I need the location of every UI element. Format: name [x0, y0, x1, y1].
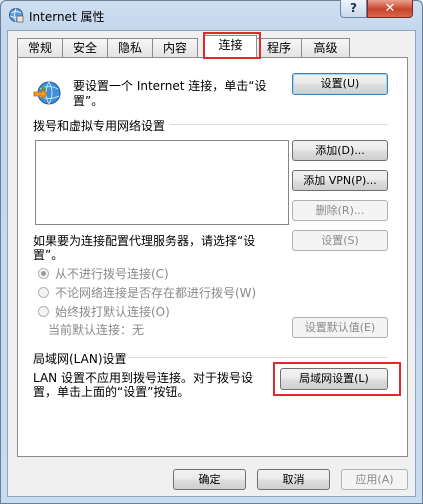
ok-button[interactable]: 确定	[173, 469, 246, 490]
setup-text-line2: 置”。	[73, 94, 104, 108]
dialup-group-title: 拨号和虚拟专用网络设置	[33, 119, 166, 133]
add-vpn-button[interactable]: 添加 VPN(P)...	[292, 170, 388, 191]
highlight-tab-connections	[203, 32, 261, 59]
connection-list[interactable]	[35, 140, 289, 225]
tab-programs[interactable]: 程序	[256, 38, 302, 57]
title-bar[interactable]: Internet 属性 ? ✕	[0, 0, 423, 30]
apply-button[interactable]: 应用(A)	[341, 469, 408, 490]
dialup-settings-button[interactable]: 设置(S)	[292, 230, 388, 251]
set-default-button[interactable]: 设置默认值(E)	[292, 317, 388, 338]
highlight-lan-settings	[273, 362, 401, 396]
radio-never-dial-label: 从不进行拨号连接(C)	[55, 267, 169, 281]
close-button[interactable]: ✕	[367, 0, 413, 18]
proxy-text-line2: 置”。	[33, 248, 64, 262]
lan-group-title: 局域网(LAN)设置	[33, 352, 127, 366]
tab-advanced[interactable]: 高级	[301, 38, 350, 57]
current-default-label: 当前默认连接：	[48, 323, 133, 337]
setup-button[interactable]: 设置(U)	[292, 73, 388, 95]
cancel-button[interactable]: 取消	[257, 469, 330, 490]
lan-text-line2: 置，单击上面的“设置”按钮。	[33, 385, 190, 399]
radio-never-dial[interactable]	[38, 268, 49, 279]
tab-general[interactable]: 常规	[17, 38, 63, 57]
tab-security[interactable]: 安全	[62, 38, 108, 57]
remove-button[interactable]: 删除(R)...	[292, 200, 388, 221]
dialup-group-divider	[170, 124, 388, 125]
radio-dial-when-no-network[interactable]	[38, 287, 49, 298]
add-button[interactable]: 添加(D)...	[292, 140, 388, 161]
network-globe-icon	[33, 81, 61, 105]
proxy-text-line1: 如果要为连接配置代理服务器，请选择“设	[33, 234, 256, 248]
radio-always-dial-label: 始终拨打默认连接(O)	[55, 305, 170, 319]
window-title: Internet 属性	[29, 10, 105, 24]
radio-always-dial[interactable]	[38, 306, 49, 317]
current-default-value: 无	[132, 323, 145, 337]
internet-options-icon	[9, 8, 24, 23]
tab-privacy[interactable]: 隐私	[107, 38, 153, 57]
radio-dial-when-no-network-label: 不论网络连接是否存在都进行拨号(W)	[55, 286, 257, 300]
tab-content[interactable]: 内容	[152, 38, 198, 57]
help-button[interactable]: ?	[340, 0, 367, 18]
lan-group-divider	[128, 357, 388, 358]
